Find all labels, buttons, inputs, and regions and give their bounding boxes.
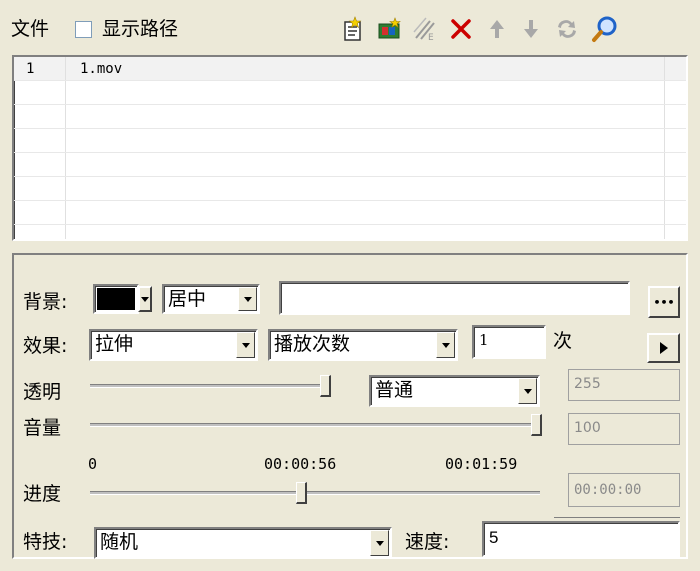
background-path-input[interactable]	[279, 281, 630, 315]
color-dropdown-button[interactable]	[138, 286, 152, 312]
file-label: 文件	[11, 18, 50, 40]
effect-select[interactable]: 拉伸	[89, 329, 258, 361]
list-empty-row	[14, 105, 686, 129]
volume-value-field: 100	[568, 413, 680, 445]
show-path-label: 显示路径	[102, 18, 179, 40]
progress-slider-track[interactable]	[90, 491, 540, 495]
chevron-down-icon	[241, 342, 250, 348]
play-count-value: 1	[479, 331, 489, 349]
list-item-filename: 1.mov	[80, 61, 123, 77]
divider	[554, 517, 680, 518]
list-empty-row	[14, 225, 686, 239]
transition-select[interactable]: 随机	[94, 527, 392, 559]
time-current-label: 00:00:56	[264, 455, 337, 473]
effect-select-value: 拉伸	[95, 333, 134, 355]
effect-label: 效果:	[23, 335, 68, 357]
chevron-down-icon	[141, 296, 149, 302]
blend-mode-value: 普通	[375, 379, 414, 401]
background-color-swatch	[97, 288, 135, 310]
align-select[interactable]: 居中	[162, 284, 260, 314]
list-empty-row	[14, 201, 686, 225]
list-item-index: 1	[14, 57, 66, 80]
transparency-label: 透明	[23, 381, 62, 403]
search-icon[interactable]	[590, 14, 620, 44]
times-label: 次	[553, 330, 573, 352]
swap-icon[interactable]	[552, 14, 582, 44]
list-empty-row	[14, 129, 686, 153]
progress-label: 进度	[23, 483, 62, 505]
browse-button[interactable]: •••	[648, 286, 680, 318]
move-up-icon[interactable]	[482, 14, 512, 44]
volume-slider-thumb[interactable]	[531, 414, 542, 436]
list-empty-row	[14, 81, 686, 105]
chevron-down-icon	[441, 342, 450, 348]
top-bar: 文件 显示路径 E	[0, 0, 700, 52]
volume-slider-track[interactable]	[90, 423, 538, 427]
transparency-slider-track[interactable]	[90, 384, 330, 388]
play-mode-dropdown-button[interactable]	[436, 332, 455, 358]
edit-icon[interactable]: E	[410, 14, 440, 44]
align-dropdown-button[interactable]	[238, 287, 257, 311]
effect-dropdown-button[interactable]	[236, 332, 255, 358]
show-path-checkbox[interactable]	[75, 21, 92, 38]
move-down-icon[interactable]	[516, 14, 546, 44]
add-file-icon[interactable]	[338, 14, 368, 44]
blend-mode-select[interactable]: 普通	[369, 375, 540, 407]
play-mode-select[interactable]: 播放次数	[268, 329, 458, 361]
transparency-value-field: 255	[568, 369, 680, 401]
transition-select-value: 随机	[100, 531, 139, 553]
play-icon	[659, 342, 668, 354]
speed-input[interactable]: 5	[482, 521, 680, 557]
background-color-picker[interactable]	[93, 284, 157, 314]
ellipsis-icon: •••	[653, 295, 675, 309]
chevron-down-icon	[375, 540, 384, 546]
play-button[interactable]	[647, 333, 680, 363]
play-mode-select-value: 播放次数	[274, 333, 351, 355]
svg-text:E: E	[428, 33, 434, 42]
align-select-value: 居中	[168, 288, 207, 310]
volume-label: 音量	[23, 417, 62, 439]
play-count-input[interactable]: 1	[472, 325, 546, 359]
transparency-slider-thumb[interactable]	[320, 375, 331, 397]
blend-mode-dropdown-button[interactable]	[518, 378, 537, 404]
chevron-down-icon	[523, 388, 532, 394]
transition-dropdown-button[interactable]	[370, 530, 389, 556]
time-end-label: 00:01:59	[445, 455, 518, 473]
background-label: 背景:	[23, 291, 68, 313]
transition-label: 特技:	[23, 531, 68, 553]
file-list[interactable]: 1 1.mov	[12, 55, 688, 241]
progress-slider-thumb[interactable]	[296, 482, 307, 504]
list-item[interactable]: 1 1.mov	[14, 57, 686, 81]
time-start-label: 0	[88, 455, 98, 473]
chevron-down-icon	[243, 296, 252, 302]
speed-label: 速度:	[405, 531, 450, 553]
progress-time-field: 00:00:00	[568, 473, 680, 507]
list-empty-row	[14, 177, 686, 201]
add-folder-icon[interactable]	[374, 14, 404, 44]
speed-value: 5	[489, 528, 499, 547]
list-empty-row	[14, 153, 686, 177]
delete-icon[interactable]	[446, 14, 476, 44]
